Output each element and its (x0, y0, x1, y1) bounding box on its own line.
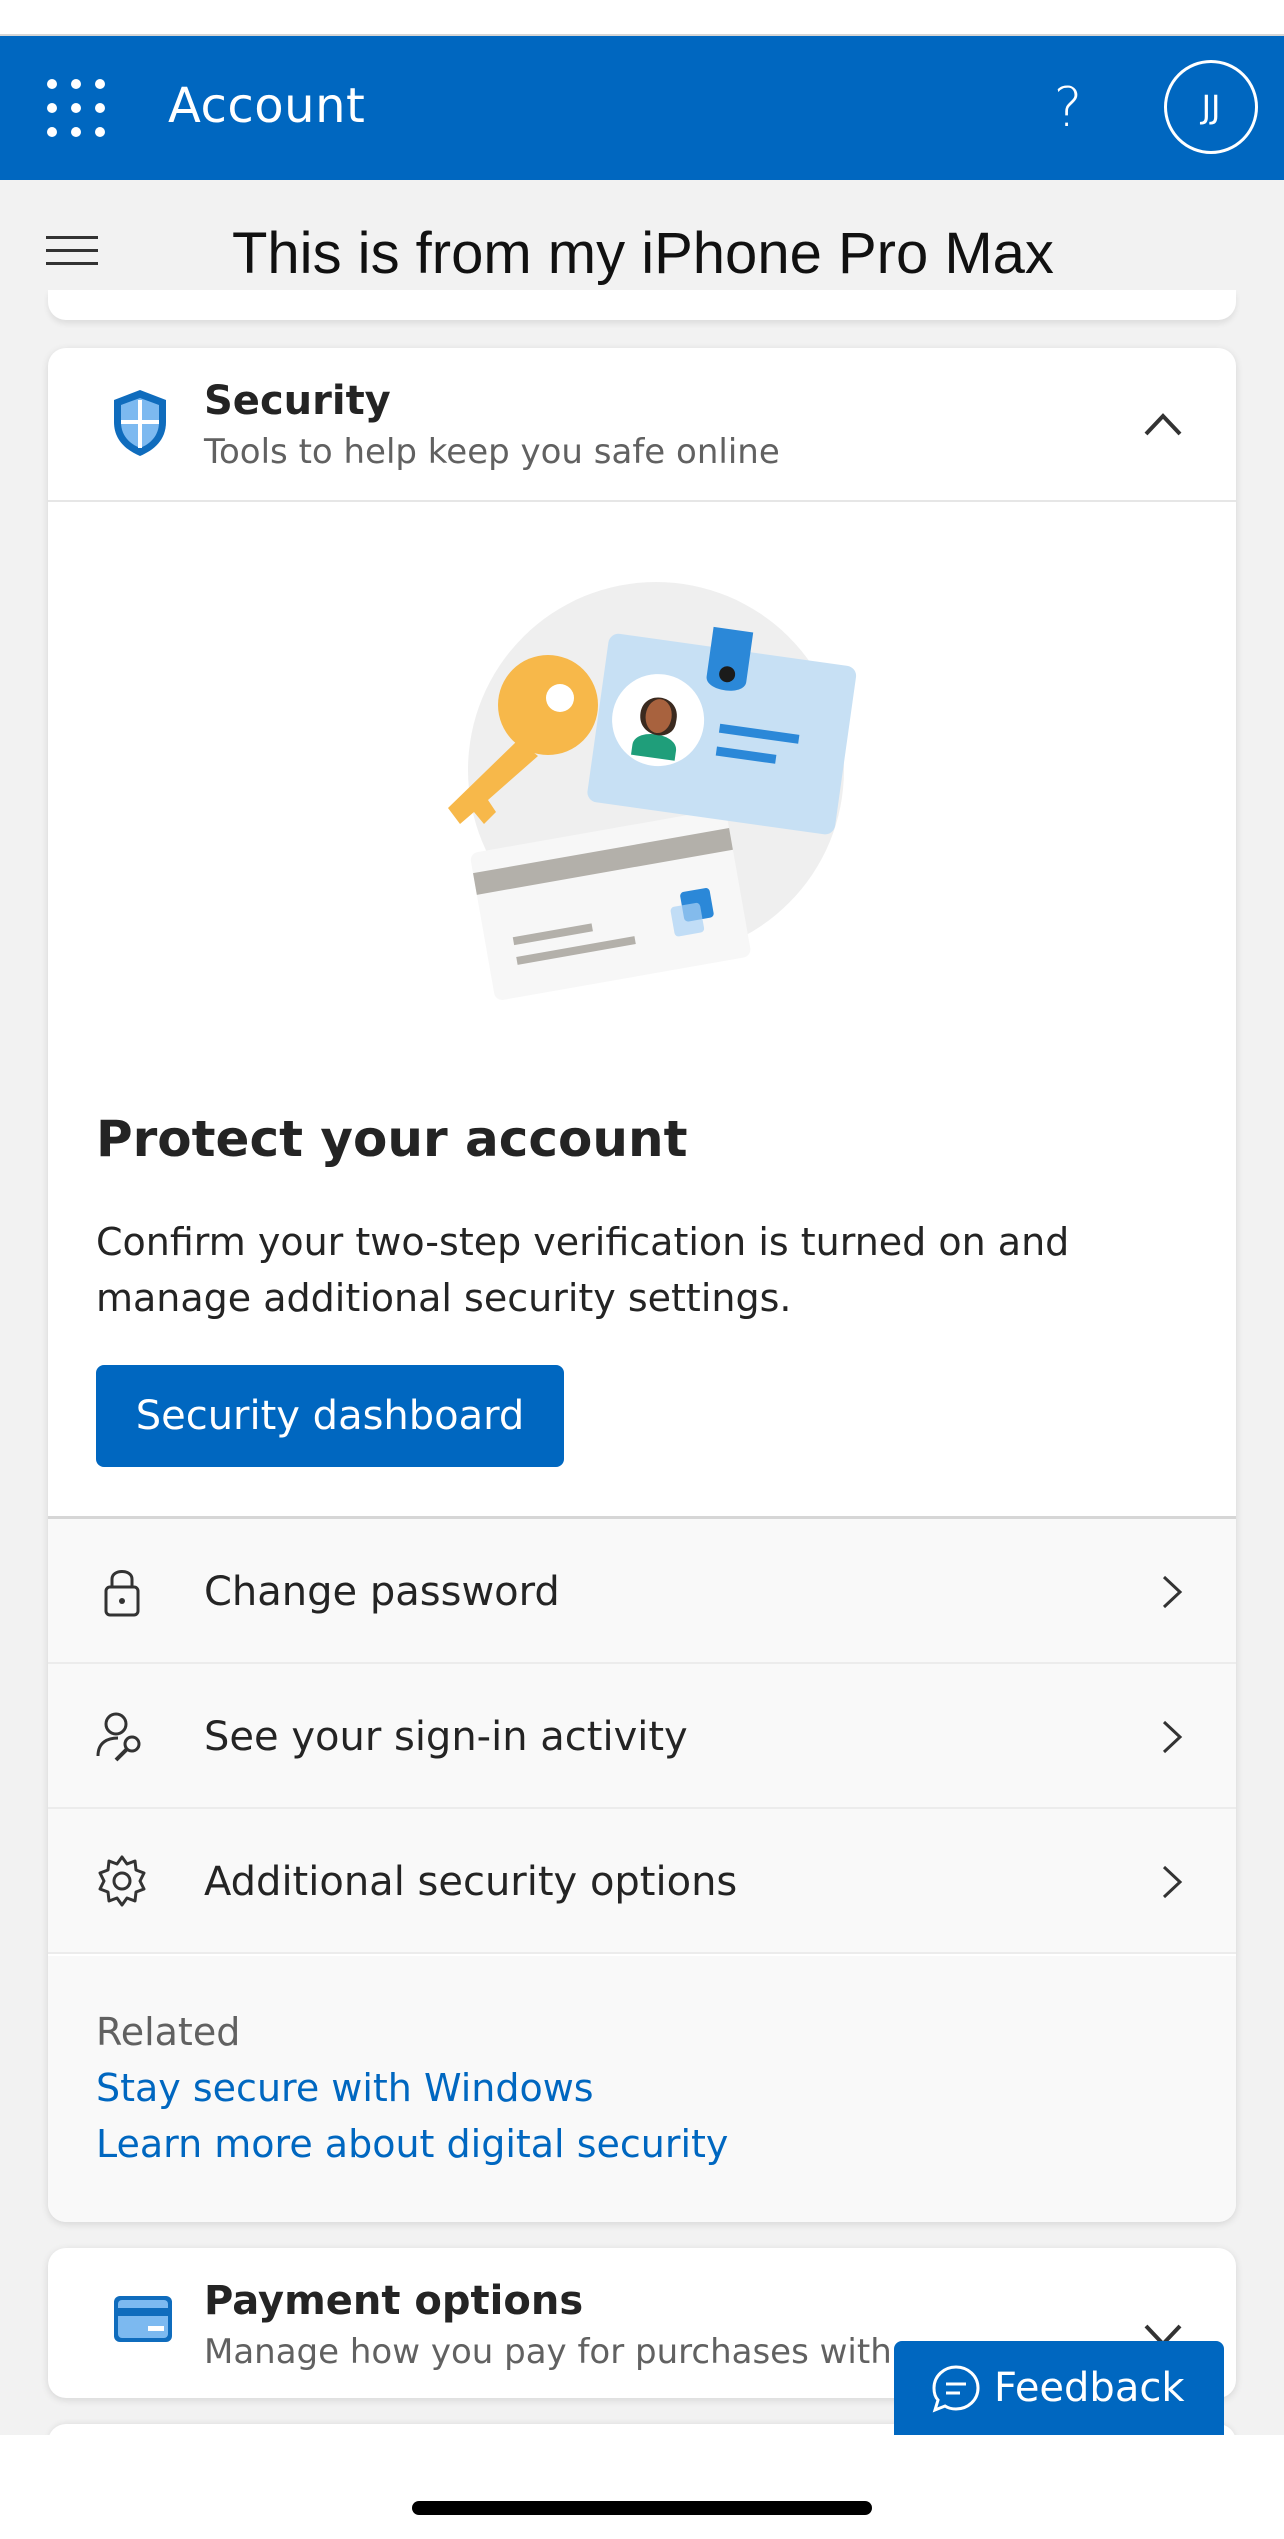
bottom-safe-area (0, 2435, 1284, 2539)
feedback-button[interactable]: Feedback (894, 2341, 1224, 2435)
help-icon[interactable]: ? (1044, 76, 1092, 140)
protect-description: Confirm your two-step verification is tu… (96, 1220, 1070, 1320)
screenshot-caption: This is from my iPhone Pro Max (232, 221, 1054, 286)
change-password-label: Change password (204, 1569, 560, 1615)
feedback-chat-icon (932, 2365, 980, 2413)
digital-security-link[interactable]: Learn more about digital security (96, 2122, 728, 2166)
protect-heading: Protect your account (96, 1110, 688, 1168)
related-section: Related Stay secure with Windows Learn m… (48, 1956, 1236, 2222)
home-indicator[interactable] (412, 2501, 872, 2515)
stay-secure-link[interactable]: Stay secure with Windows (96, 2066, 594, 2110)
security-illustration (448, 582, 857, 1000)
change-password-row[interactable]: Change password (48, 1519, 1236, 1664)
security-options-list: Change password See your sign-in activit… (48, 1516, 1236, 1954)
security-subtitle: Tools to help keep you safe online (204, 432, 780, 472)
avatar[interactable]: JJ (1164, 60, 1258, 154)
payment-title: Payment options (204, 2278, 584, 2324)
sign-in-activity-label: See your sign-in activity (204, 1714, 688, 1760)
payment-subtitle: Manage how you pay for purchases with yo (204, 2332, 944, 2372)
chevron-right-icon (1162, 1865, 1183, 1899)
security-card-header[interactable]: Security Tools to help keep you safe onl… (48, 348, 1236, 502)
status-bar (0, 0, 1284, 36)
shield-icon (114, 390, 166, 456)
app-launcher-icon[interactable] (44, 76, 108, 140)
chevron-up-icon[interactable] (1138, 404, 1188, 444)
app-title: Account (168, 78, 366, 134)
person-key-icon (96, 1712, 141, 1762)
sign-in-activity-row[interactable]: See your sign-in activity (48, 1664, 1236, 1809)
additional-security-label: Additional security options (204, 1859, 738, 1905)
gear-icon (98, 1855, 146, 1907)
menu-icon[interactable] (46, 236, 98, 266)
security-title: Security (204, 378, 391, 424)
related-title: Related (96, 2010, 241, 2054)
chevron-right-icon (1162, 1720, 1183, 1754)
lock-icon (104, 1570, 140, 1617)
security-dashboard-button[interactable]: Security dashboard (96, 1365, 564, 1467)
additional-security-row[interactable]: Additional security options (48, 1809, 1236, 1954)
security-card: Security Tools to help keep you safe onl… (48, 348, 1236, 2222)
credit-card-icon (114, 2296, 172, 2342)
feedback-label: Feedback (994, 2365, 1185, 2411)
previous-card-edge (48, 290, 1236, 320)
chevron-right-icon (1162, 1575, 1183, 1609)
top-app-bar: Account ? JJ (0, 36, 1284, 180)
